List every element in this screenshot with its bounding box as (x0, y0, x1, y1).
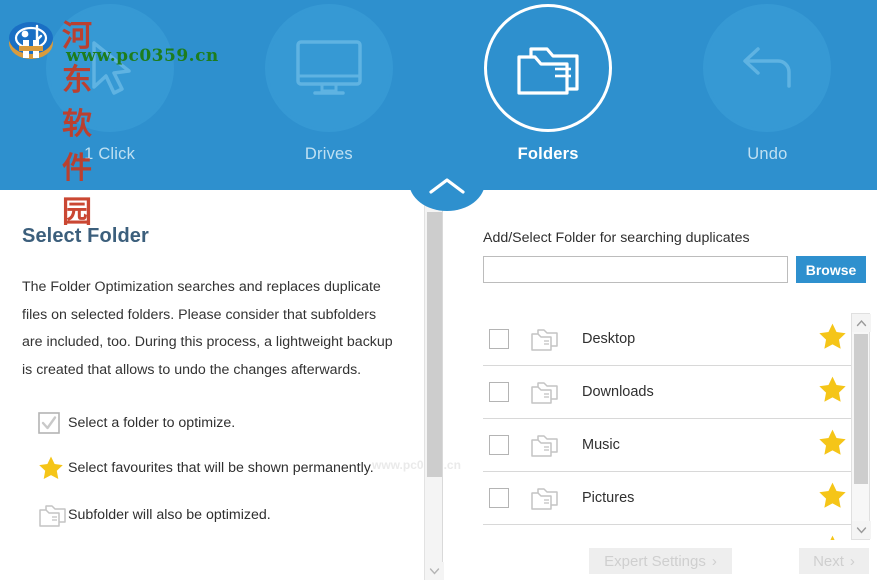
footer-bar: Expert Settings › Next › (0, 546, 877, 580)
star-icon[interactable] (818, 375, 847, 409)
list-scroll-up-button[interactable] (852, 314, 871, 332)
folder-path-input[interactable] (483, 256, 788, 283)
checkbox-checked-icon (22, 412, 68, 434)
folders-icon (511, 37, 585, 99)
legend-label-star: Select favourites that will be shown per… (68, 460, 374, 476)
folder-checkbox[interactable] (489, 488, 509, 508)
folder-name: Music (582, 437, 620, 453)
folder-name: Downloads (582, 384, 654, 400)
table-row[interactable]: Pictures (483, 472, 859, 525)
add-folder-label: Add/Select Folder for searching duplicat… (483, 230, 750, 246)
chevron-down-icon (856, 527, 867, 534)
nav-label-drives: Drives (304, 145, 353, 163)
legend-label-subfolder: Subfolder will also be optimized. (68, 507, 271, 523)
page-title: Select Folder (22, 225, 149, 247)
table-row[interactable]: Desktop (483, 313, 859, 366)
browse-button[interactable]: Browse (796, 256, 866, 283)
folder-list: Desktop Downloads Music Pictures (483, 313, 859, 540)
folder-name: Desktop (582, 331, 636, 347)
app-window: 1 Click Drives Folders Undo Select Folde… (0, 0, 877, 580)
star-icon[interactable] (818, 322, 847, 356)
folder-icon (530, 485, 560, 511)
monitor-icon (293, 37, 365, 99)
chevron-right-icon: › (849, 552, 855, 570)
nav-label-folders: Folders (517, 145, 579, 163)
undo-arrow-icon (734, 39, 800, 97)
legend-list: Select a folder to optimize. Select favo… (22, 412, 400, 528)
nav-circle-1-click (45, 4, 174, 132)
legend-item-star: Select favourites that will be shown per… (22, 455, 400, 481)
cursor-arrow-icon (80, 35, 140, 101)
folder-name: Pictures (582, 490, 635, 506)
nav-label-1-click: 1 Click (84, 145, 136, 163)
star-icon[interactable] (818, 534, 847, 540)
star-icon[interactable] (818, 481, 847, 515)
expert-settings-label: Expert Settings (604, 552, 706, 570)
left-info-panel: Select Folder The Folder Optimization se… (0, 190, 424, 580)
header-navbar: 1 Click Drives Folders Undo (0, 0, 877, 190)
table-row[interactable]: Music (483, 419, 859, 472)
nav-circle-drives (264, 4, 393, 132)
folder-checkbox[interactable] (489, 435, 509, 455)
next-button[interactable]: Next › (799, 548, 869, 574)
nav-label-undo: Undo (747, 145, 788, 163)
expert-settings-button[interactable]: Expert Settings › (589, 548, 732, 574)
star-icon[interactable] (818, 428, 847, 462)
add-folder-row: Browse (483, 256, 867, 283)
legend-item-checkbox: Select a folder to optimize. (22, 412, 400, 434)
nav-item-folders[interactable]: Folders (458, 4, 638, 164)
folder-icon (530, 538, 560, 540)
folder-icon (530, 326, 560, 352)
list-scroll-down-button[interactable] (852, 521, 871, 539)
nav-item-drives[interactable]: Drives (239, 4, 419, 164)
left-scroll-thumb[interactable] (427, 212, 442, 477)
folder-icon (530, 432, 560, 458)
folder-checkbox[interactable] (489, 329, 509, 349)
folder-list-scrollbar[interactable] (851, 313, 871, 540)
folder-checkbox[interactable] (489, 382, 509, 402)
left-panel-scrollbar[interactable] (424, 190, 444, 580)
nav-items-row: 1 Click Drives Folders Undo (0, 0, 877, 190)
nav-item-undo[interactable]: Undo (677, 4, 857, 164)
subfolder-icon (22, 502, 68, 528)
nav-circle-undo (703, 4, 832, 132)
list-scroll-thumb[interactable] (854, 334, 868, 484)
panel-description: The Folder Optimization searches and rep… (22, 279, 393, 378)
chevron-up-icon (856, 319, 867, 327)
star-icon (22, 455, 68, 481)
next-label: Next (813, 552, 844, 570)
chevron-up-icon (427, 175, 467, 202)
folder-icon (530, 379, 560, 405)
nav-item-1-click[interactable]: 1 Click (20, 4, 200, 164)
legend-item-subfolder: Subfolder will also be optimized. (22, 502, 400, 528)
table-row[interactable] (483, 525, 859, 540)
nav-circle-folders (484, 4, 613, 132)
table-row[interactable]: Downloads (483, 366, 859, 419)
legend-label-checkbox: Select a folder to optimize. (68, 415, 236, 431)
chevron-right-icon: › (711, 552, 717, 570)
